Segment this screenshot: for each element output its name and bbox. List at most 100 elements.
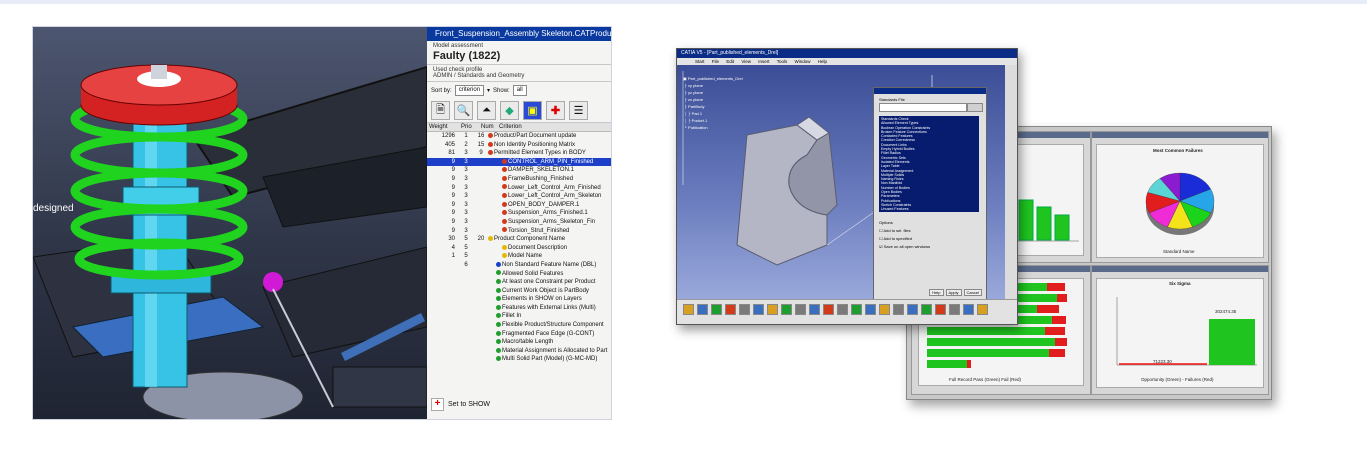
toolbar-tool-icon[interactable] [795, 304, 806, 315]
report-icon[interactable]: ▣ [523, 101, 542, 120]
result-row[interactable]: Fragmented Face Edge (G-CONT) [427, 330, 611, 339]
result-row[interactable]: 9 3 CONTROL_ARM_PIN_Finished [427, 157, 611, 167]
toolbar-tool-icon[interactable] [879, 304, 890, 315]
check-list-item[interactable]: Unused Features [881, 207, 977, 211]
pie-plot: Most Common Failures Standard Name [1096, 144, 1264, 258]
result-row[interactable]: 1 5 Model Name [427, 252, 611, 261]
toolbar-tool-icon[interactable] [767, 304, 778, 315]
result-row[interactable]: At least one Constraint per Product [427, 278, 611, 287]
row-criterion: CONTROL_ARM_PIN_Finished [488, 158, 611, 167]
result-row[interactable]: Flexible Product/Structure Component [427, 321, 611, 330]
bottom-toolbar[interactable] [677, 299, 1017, 324]
toolbar-tool-icon[interactable] [739, 304, 750, 315]
layers-icon[interactable]: ◆ [500, 101, 519, 120]
toolbar-tool-icon[interactable] [725, 304, 736, 315]
result-row[interactable]: 9 3 Lower_Left_Control_Arm_Finished [427, 184, 611, 193]
row-weight: 81 [448, 150, 455, 157]
menu-start[interactable]: Start [695, 59, 705, 64]
toolbar-tool-icon[interactable] [893, 304, 904, 315]
result-row[interactable]: 9 3 Suspension_Arms_Skeleton_Fin [427, 218, 611, 227]
result-row[interactable]: 6 Non Standard Feature Name (DBL) [427, 261, 611, 270]
menu-edit[interactable]: Edit [726, 59, 734, 64]
result-row[interactable]: Allowed Solid Features [427, 270, 611, 279]
browse-button[interactable] [967, 103, 983, 112]
row-prio: 3 [464, 218, 468, 225]
result-row[interactable]: 81 3 9 Permitted Element Types in BODY [427, 149, 611, 158]
col-prio[interactable]: Prio [459, 124, 479, 130]
list-icon[interactable]: ☰ [569, 101, 588, 120]
result-row[interactable]: 1296 1 16 Product/Part Document update [427, 132, 611, 141]
result-row[interactable]: 9 3 Torsion_Strut_Finished [427, 227, 611, 236]
toolbar-tool-icon[interactable] [865, 304, 876, 315]
toolbar-tool-icon[interactable] [711, 304, 722, 315]
document-icon[interactable]: 🗎 [431, 101, 450, 120]
result-row[interactable]: Elements in SHOW on Layers [427, 295, 611, 304]
row-num [474, 252, 488, 261]
col-num[interactable]: Num [479, 124, 497, 130]
toolbar-tool-icon[interactable] [823, 304, 834, 315]
result-row[interactable]: Current Work Object is PartBody [427, 287, 611, 296]
filter-icon[interactable]: ⏶ [477, 101, 496, 120]
toolbar-tool-icon[interactable] [781, 304, 792, 315]
toolbar-tool-icon[interactable] [921, 304, 932, 315]
right-toolbar[interactable] [1005, 65, 1017, 300]
menu-tools[interactable]: Tools [777, 59, 788, 64]
result-row[interactable]: Fillet In [427, 312, 611, 321]
toolbar-tool-icon[interactable] [963, 304, 974, 315]
sort-row: Sort by: criterion ▾ Show: all [427, 82, 611, 99]
checkbox-2[interactable]: ☐ Add to specified [879, 236, 912, 241]
result-row[interactable]: 9 3 DAMPER_SKELETON.1 [427, 166, 611, 175]
3d-viewport[interactable]: designed [33, 27, 427, 419]
add-icon[interactable]: ✚ [546, 101, 565, 120]
checkbox-1[interactable]: ☐ Add to sel. files [879, 228, 911, 233]
cancel-button[interactable]: Cancel [963, 289, 982, 296]
checkbox-3[interactable]: ☑ Save on all open windows [879, 244, 930, 249]
check-profile-section: Used check profile ADMIN / Standards and… [427, 65, 611, 82]
result-row[interactable]: 4 5 Document Description [427, 244, 611, 253]
result-row[interactable]: 9 3 FrameBushing_Finished [427, 175, 611, 184]
result-row[interactable]: 9 3 Suspension_Arms_Finished.1 [427, 209, 611, 218]
row-label: FrameBushing_Finished [508, 175, 574, 182]
set-to-show-button[interactable]: + Set to SHOW [431, 398, 490, 411]
toolbar-tool-icon[interactable] [697, 304, 708, 315]
toolbar-tool-icon[interactable] [809, 304, 820, 315]
row-label: Permitted Element Types in BODY [494, 150, 586, 157]
help-button[interactable]: Help [929, 289, 944, 296]
toolbar-tool-icon[interactable] [837, 304, 848, 315]
search-icon[interactable]: 🔍 [454, 101, 473, 120]
menu-window[interactable]: Window [795, 59, 811, 64]
show-select[interactable]: all [512, 85, 527, 96]
result-row[interactable]: 405 2 15 Non Identity Positioning Matrix [427, 141, 611, 150]
col-weight[interactable]: Weight [427, 124, 459, 130]
check-list[interactable]: Standards Check Allowed Element Types Bool… [879, 116, 979, 212]
pie-chart-pane: Most Common Failures Standard Name [1091, 131, 1269, 263]
menu-help[interactable]: Help [818, 59, 827, 64]
toolbar-tool-icon[interactable] [907, 304, 918, 315]
menu-insert[interactable]: Insert [758, 59, 769, 64]
result-row[interactable]: 30 5 20 Product Component Name [427, 235, 611, 244]
fail-bar [967, 360, 971, 368]
col-criterion[interactable]: Criterion [497, 124, 524, 130]
result-row[interactable]: 9 3 Lower_Left_Control_Arm_Skeleton [427, 192, 611, 201]
result-row[interactable]: Features with External Links (Multi) [427, 304, 611, 313]
specification-tree[interactable]: ▣ Part_published_elements_Drel ├ xy plan… [683, 75, 743, 131]
toolbar-tool-icon[interactable] [949, 304, 960, 315]
toolbar-tool-icon[interactable] [683, 304, 694, 315]
result-row[interactable]: Macro/table Length [427, 338, 611, 347]
toolbar-tool-icon[interactable] [935, 304, 946, 315]
chevron-down-icon[interactable]: ▾ [487, 87, 490, 94]
menu-file[interactable]: File [712, 59, 719, 64]
standards-file-select[interactable] [879, 103, 967, 112]
row-num [474, 278, 488, 287]
result-row[interactable]: Material Assignment is Allocated to Part [427, 347, 611, 356]
apply-button[interactable]: Apply [945, 289, 962, 296]
sort-by-select[interactable]: criterion [454, 85, 485, 96]
row-prio: 5 [464, 236, 468, 243]
toolbar-tool-icon[interactable] [851, 304, 862, 315]
result-row[interactable]: Multi Solid Part (Model) (G-MC-MD) [427, 355, 611, 364]
toolbar-tool-icon[interactable] [977, 304, 988, 315]
result-row[interactable]: 9 3 OPEN_BODY_DAMPER.1 [427, 201, 611, 210]
toolbar-tool-icon[interactable] [753, 304, 764, 315]
menu-view[interactable]: View [741, 59, 751, 64]
row-weight: 9 [451, 193, 455, 200]
